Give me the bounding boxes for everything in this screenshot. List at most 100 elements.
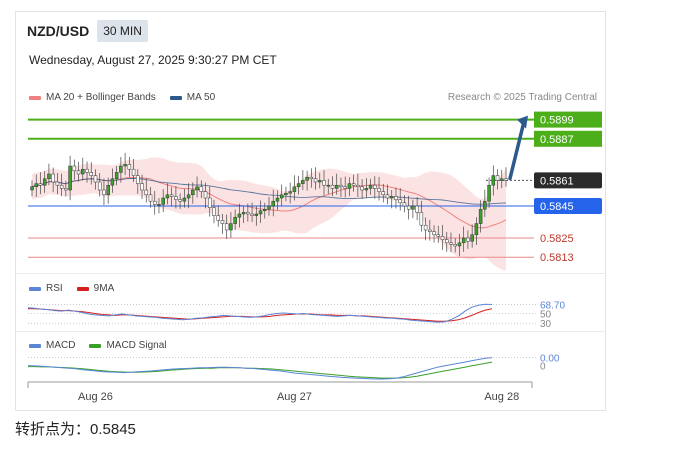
candle-body-36 [182,197,187,202]
candle-body-20 [114,172,119,180]
candle-body-104 [470,234,474,242]
candle-body-89 [406,205,411,210]
candle-body-65 [305,176,309,181]
candle-body-107 [483,200,487,210]
candle-body-76 [351,183,356,186]
candle-body-85 [389,196,394,199]
candle-body-56 [267,205,271,210]
candle-body-53 [254,213,259,216]
candle-body-75 [347,183,352,189]
candle-body-88 [402,202,407,207]
candle-body-77 [356,184,360,188]
candle-body-9 [68,165,72,191]
candle-body-33 [169,194,174,197]
candle-body-17 [102,189,106,196]
candle-body-52 [250,213,254,216]
candle-body-71 [330,184,335,189]
candle-body-0 [30,186,34,191]
candle-body-10 [72,165,77,172]
x-tick-label-2: Aug 28 [484,391,519,403]
candle-body-111 [500,178,504,181]
candle-body-68 [318,180,322,183]
candle-body-15 [93,175,98,183]
candle-body-47 [229,223,233,231]
candle-body-73 [339,184,343,188]
candle-body-18 [106,184,110,196]
candle-body-16 [97,181,102,191]
candle-body-40 [199,186,204,192]
price-chart: 0.58990.58870.58610.58450.58250.581368.7… [27,111,602,403]
macd-signal-line [28,361,493,379]
candle-body-1 [34,183,38,188]
candle-body-72 [334,184,339,189]
candle-body-98 [445,239,449,244]
candle-body-35 [178,199,182,202]
candle-body-60 [284,192,288,196]
candle-body-28 [148,194,153,202]
candle-body-106 [478,208,483,224]
candle-body-37 [186,194,191,199]
candle-body-99 [449,242,453,245]
candle-body-32 [165,194,170,199]
candle-body-80 [368,184,373,189]
target-label-0: 0.5899 [540,115,574,127]
candle-body-6 [55,181,60,186]
rsi-level-label-2: 30 [540,319,552,330]
candle-body-74 [343,186,347,189]
candle-body-78 [360,186,364,191]
x-tick-label-1: Aug 27 [277,391,312,403]
candle-body-11 [76,170,81,175]
candle-body-62 [292,186,297,192]
candle-body-51 [246,212,250,215]
candle-body-69 [322,180,326,186]
candle-body-21 [119,165,123,173]
candle-body-59 [279,194,284,199]
candle-body-109 [491,175,496,186]
candle-body-95 [432,231,436,236]
candle-body-97 [440,236,445,240]
candle-body-79 [364,188,369,191]
candle-body-31 [161,197,165,205]
candle-body-27 [144,189,149,196]
candle-body-19 [110,178,115,186]
candle-body-112 [504,178,508,181]
candle-body-8 [64,188,68,191]
target-label-1: 0.5887 [540,134,574,146]
candle-body-94 [428,229,432,232]
candle-body-38 [191,189,195,196]
candle-body-46 [224,223,229,231]
forecast-arrow-shaft [508,119,526,181]
candle-body-54 [258,210,263,215]
candle-body-12 [81,168,85,175]
candle-body-70 [326,184,330,187]
candle-body-50 [241,212,246,215]
candle-body-105 [474,223,479,236]
candle-body-87 [398,199,402,204]
candle-body-92 [419,212,424,226]
candle-body-86 [394,196,398,200]
candle-body-93 [423,224,428,231]
candle-body-26 [140,183,144,191]
candle-body-67 [313,178,318,183]
candle-body-57 [271,200,275,207]
candle-body-14 [89,172,93,176]
candle-body-43 [212,207,216,216]
candle-body-108 [487,184,491,202]
support-label-4: 0.5825 [540,233,574,245]
x-tick-label-0: Aug 26 [78,391,113,403]
candle-body-45 [220,220,225,224]
candle-body-58 [275,197,280,202]
candle-body-3 [42,178,47,186]
candle-body-23 [127,164,132,170]
candle-body-24 [131,168,136,176]
candle-body-5 [51,173,55,183]
candle-body-81 [373,184,377,189]
candle-body-30 [157,204,161,206]
candle-body-4 [47,173,51,180]
candle-body-90 [411,205,415,210]
candle-body-103 [466,237,470,242]
candle-body-82 [377,188,381,192]
current-label: 0.5861 [540,175,574,187]
candle-body-91 [415,205,419,213]
candle-body-100 [453,244,457,247]
